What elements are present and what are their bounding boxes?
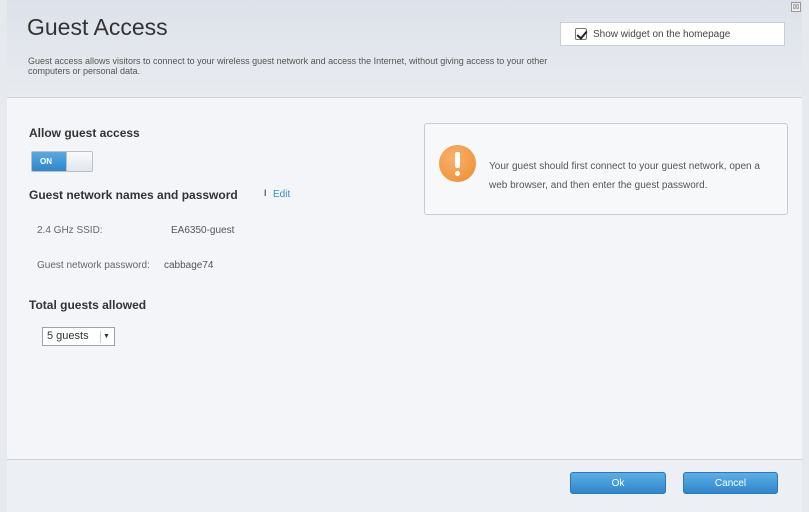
- warning-icon-dot: [455, 171, 460, 176]
- total-guests-title: Total guests allowed: [29, 298, 147, 312]
- header: Guest Access Guest access allows visitor…: [7, 0, 802, 98]
- info-message: Your guest should first connect to your …: [489, 161, 760, 191]
- footer: Ok Cancel: [7, 460, 802, 512]
- guest-access-dialog: Guest Access Guest access allows visitor…: [7, 0, 802, 512]
- edit-link[interactable]: Edit: [273, 189, 290, 200]
- page-description: Guest access allows visitors to connect …: [28, 56, 548, 76]
- allow-guest-toggle[interactable]: ON: [31, 151, 93, 172]
- show-widget-option[interactable]: Show widget on the homepage: [560, 22, 785, 46]
- guests-select[interactable]: 5 guests ▼: [42, 327, 115, 346]
- password-label: Guest network password:: [37, 260, 150, 271]
- warning-icon: [439, 145, 476, 182]
- chevron-down-icon[interactable]: ▼: [100, 331, 112, 343]
- close-icon[interactable]: ⊠: [791, 2, 801, 12]
- warning-icon-bar: [455, 152, 460, 168]
- network-title: Guest network names and password: [29, 188, 238, 202]
- allow-guest-title: Allow guest access: [29, 126, 140, 140]
- info-box: Your guest should first connect to your …: [424, 123, 788, 215]
- ssid-label: 2.4 GHz SSID:: [37, 225, 103, 236]
- toggle-on-label: ON: [32, 152, 66, 171]
- page-title: Guest Access: [27, 14, 168, 40]
- ok-button[interactable]: Ok: [570, 472, 666, 494]
- show-widget-label: Show widget on the homepage: [593, 28, 731, 40]
- toggle-knob[interactable]: [66, 152, 92, 171]
- title-separator: I: [264, 188, 267, 198]
- password-value: cabbage74: [164, 260, 214, 271]
- ssid-value: EA6350-guest: [171, 225, 235, 236]
- show-widget-checkbox[interactable]: [575, 28, 587, 40]
- guests-select-value: 5 guests: [47, 330, 89, 342]
- cancel-button[interactable]: Cancel: [683, 472, 778, 494]
